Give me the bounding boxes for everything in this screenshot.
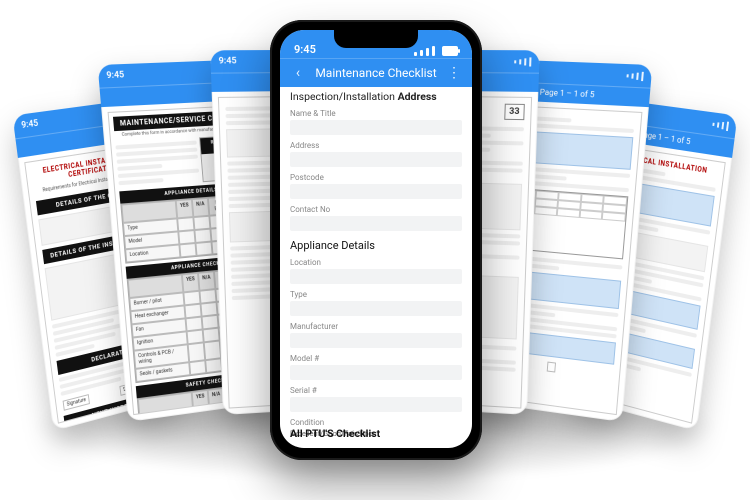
back-button[interactable]: ‹	[290, 65, 306, 81]
appliance-row-2[interactable]: Manufacturer	[290, 322, 462, 348]
appliance-input-0[interactable]	[290, 269, 462, 284]
appliance-label-4: Serial #	[290, 386, 462, 395]
status-time: 9:45	[21, 118, 39, 131]
address-label-0: Name & Title	[290, 109, 462, 118]
appliance-label-0: Location	[290, 258, 462, 267]
appliance-input-3[interactable]	[290, 365, 462, 380]
app-title: Maintenance Checklist	[315, 66, 436, 80]
address-row-2[interactable]: Postcode	[290, 173, 462, 199]
address-input-1[interactable]	[290, 152, 462, 167]
menu-button[interactable]: ⋮	[446, 65, 462, 81]
address-label-2: Postcode	[290, 173, 462, 182]
section-address: Inspection/Installation Address	[290, 90, 462, 103]
address-input-2[interactable]	[290, 184, 462, 199]
appliance-input-1[interactable]	[290, 301, 462, 316]
address-input-0[interactable]	[290, 120, 462, 135]
form-content[interactable]: Inspection/Installation Address Name & T…	[280, 84, 472, 448]
appliance-label-2: Manufacturer	[290, 322, 462, 331]
address-label-3: Contact No	[290, 205, 462, 214]
phone-notch	[334, 30, 418, 48]
address-row-1[interactable]: Address	[290, 141, 462, 167]
bg4-num: 33	[504, 104, 525, 120]
status-indicators	[414, 46, 458, 56]
address-input-3[interactable]	[290, 216, 462, 231]
appliance-input-2[interactable]	[290, 333, 462, 348]
appliance-row-3[interactable]: Model #	[290, 354, 462, 380]
address-label-1: Address	[290, 141, 462, 150]
appliance-row-4[interactable]: Serial #	[290, 386, 462, 412]
appliance-label-3: Model #	[290, 354, 462, 363]
appliance-row-0[interactable]: Location	[290, 258, 462, 284]
footer-section: All PTU'S Checklist	[290, 427, 462, 440]
status-time: 9:45	[294, 43, 316, 56]
address-row-0[interactable]: Name & Title	[290, 109, 462, 135]
center-phone: 9:45 ‹ Maintenance Checklist ⋮ Inspectio…	[270, 20, 482, 460]
address-row-3[interactable]: Contact No	[290, 205, 462, 231]
app-header: ‹ Maintenance Checklist ⋮	[280, 58, 472, 87]
appliance-input-4[interactable]	[290, 397, 462, 412]
appliance-row-1[interactable]: Type	[290, 290, 462, 316]
appliance-label-1: Type	[290, 290, 462, 299]
section-appliance: Appliance Details	[290, 239, 462, 252]
